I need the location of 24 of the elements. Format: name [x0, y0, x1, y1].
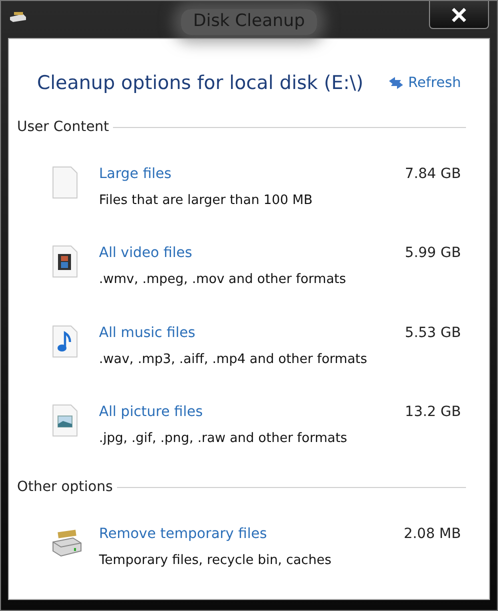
window-title: Disk Cleanup: [181, 9, 317, 34]
option-description: Files that are larger than 100 MB: [99, 192, 313, 210]
option-link[interactable]: All video files: [99, 243, 192, 264]
option-link[interactable]: Remove temporary files: [99, 524, 267, 544]
size-value: 7.84 GB: [404, 164, 461, 184]
close-button[interactable]: [429, 1, 489, 29]
option-description: .jpg, .gif, .png, .raw and other formats: [99, 430, 348, 448]
option-description: .wmv, .mpeg, .mov and other formats: [99, 271, 346, 289]
refresh-link[interactable]: Refresh: [388, 72, 461, 94]
close-icon: [451, 8, 467, 22]
option-link[interactable]: All picture files: [99, 402, 203, 423]
option-link[interactable]: All music files: [99, 322, 196, 344]
section-label: User Content: [17, 118, 110, 136]
size-value: 5.53 GB: [404, 324, 461, 342]
page-heading: Cleanup options for local disk (E:\): [37, 71, 364, 96]
section-label: Other options: [17, 478, 113, 496]
option-description: Temporary files, recycle bin, caches: [99, 552, 332, 570]
size-value: 2.08 MB: [404, 524, 461, 544]
size-value: 5.99 GB: [404, 244, 461, 263]
option-link[interactable]: Large files: [99, 164, 172, 184]
size-value: 13.2 GB: [404, 403, 461, 422]
option-description: .wav, .mp3, .aiff, .mp4 and other formats: [99, 350, 368, 368]
refresh-icon: [388, 76, 404, 90]
drive-icon[interactable]: [9, 11, 27, 23]
